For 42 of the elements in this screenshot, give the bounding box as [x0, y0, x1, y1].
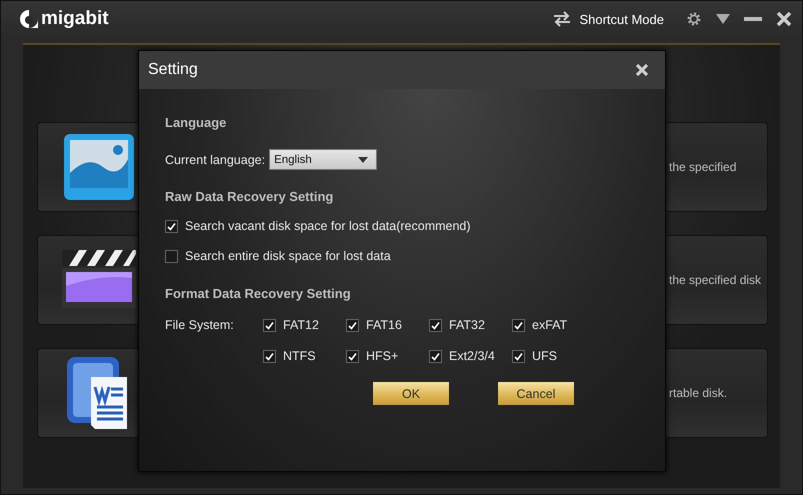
checkbox-label: Search vacant disk space for lost data(recommend) [185, 219, 471, 233]
checkbox[interactable] [165, 220, 178, 232]
checkbox-label: FAT32 [449, 318, 485, 332]
checkbox[interactable] [429, 350, 442, 362]
checkbox-label: FAT16 [366, 318, 402, 332]
checkbox-label: UFS [532, 349, 557, 363]
checkbox-label: HFS+ [366, 349, 398, 363]
app-logo: migabit [41, 8, 109, 30]
checkbox-label: FAT12 [283, 318, 319, 332]
checkbox[interactable] [263, 350, 276, 362]
close-icon[interactable] [776, 11, 792, 27]
close-icon[interactable] [635, 63, 649, 77]
dialog-button[interactable]: OK [372, 381, 450, 406]
field-label: Current language: [165, 152, 266, 166]
shortcut-mode-button[interactable]: Shortcut Mode [553, 11, 664, 27]
checkbox[interactable] [512, 350, 525, 362]
checkbox[interactable] [512, 318, 525, 332]
field-label: File System: [165, 318, 235, 332]
checkbox-label: exFAT [532, 318, 568, 332]
swap-arrows-icon [553, 11, 572, 27]
settings-icon[interactable] [686, 11, 702, 27]
checkbox-label: Search entire disk space for lost data [185, 249, 391, 263]
section-heading: Language [165, 115, 228, 130]
checkbox[interactable] [429, 318, 442, 332]
card-description: the specified disk [669, 273, 762, 287]
section-heading: Raw Data Recovery Setting [165, 189, 334, 204]
caret-icon [358, 156, 368, 162]
dialog-title: Setting [148, 61, 198, 79]
checkbox-label: Ext2/3/4 [449, 349, 495, 363]
checkbox[interactable] [165, 250, 178, 262]
checkbox-label: NTFS [283, 349, 316, 363]
card-description: the specified [669, 160, 736, 174]
checkbox[interactable] [346, 318, 359, 332]
card-description: rtable disk. [669, 386, 728, 400]
language-dropdown[interactable]: English [269, 149, 378, 170]
logo-icon [19, 9, 39, 29]
section-heading: Format Data Recovery Setting [165, 286, 352, 301]
checkbox[interactable] [263, 318, 276, 332]
picture-icon [63, 133, 135, 201]
dropdown-arrow-icon[interactable] [716, 13, 730, 25]
dialog-button[interactable]: Cancel [497, 381, 575, 406]
checkbox[interactable] [346, 350, 359, 362]
